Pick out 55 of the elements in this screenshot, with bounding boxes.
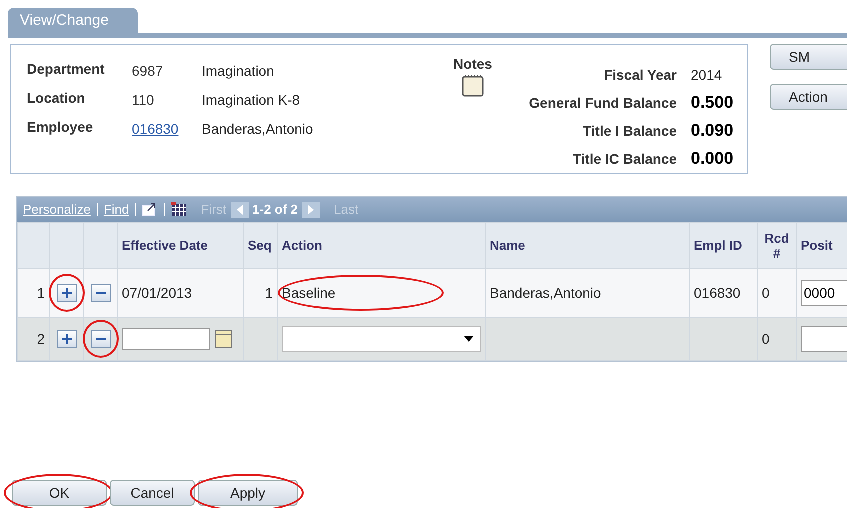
side-button[interactable]: SM <box>770 44 847 70</box>
form-button[interactable]: Apply <box>198 480 298 506</box>
balance-value: 0.090 <box>690 121 735 141</box>
balance-label: Title IC Balance <box>572 151 677 167</box>
field-code: 110 <box>132 91 156 108</box>
column-header: Action <box>278 222 486 268</box>
delete-row-button[interactable] <box>90 284 110 302</box>
calendar-icon[interactable] <box>214 329 234 349</box>
field-value: Banderas,Antonio <box>202 120 314 137</box>
rcd-cell: 0 <box>758 268 796 318</box>
form-button[interactable]: OK <box>12 480 107 506</box>
empl-id-cell: 016830 <box>690 268 758 318</box>
first-label: First <box>201 202 227 217</box>
side-button[interactable]: Action <box>770 84 847 110</box>
balance-label: Title I Balance <box>583 123 677 139</box>
position-input[interactable]: 0000 <box>801 280 847 306</box>
delete-row-button[interactable] <box>90 330 110 348</box>
add-row-button[interactable] <box>56 330 76 348</box>
column-header: Rcd # <box>758 222 796 268</box>
seq-cell: 1 <box>244 268 278 318</box>
field-value: Imagination K-8 <box>202 91 300 108</box>
field-label: Department <box>27 61 106 77</box>
column-header: Posit <box>796 222 847 268</box>
grid-download-icon[interactable] <box>171 202 188 217</box>
form-button[interactable]: Cancel <box>110 480 195 506</box>
column-header: Empl ID <box>690 222 758 268</box>
add-row-button[interactable] <box>56 284 76 302</box>
row-number: 1 <box>18 268 50 318</box>
notes-label: Notes <box>454 56 492 72</box>
field-value: Imagination <box>202 62 274 79</box>
column-header: Name <box>486 222 690 268</box>
balance-label: General Fund Balance <box>529 95 677 111</box>
balance-value: 2014 <box>690 67 724 83</box>
last-label: Last <box>334 202 359 217</box>
action-cell: Baseline <box>282 285 336 301</box>
name-cell: Banderas,Antonio <box>486 268 690 318</box>
row-range: 1-2 of 2 <box>252 202 298 217</box>
field-label: Employee <box>27 119 94 135</box>
row-number: 2 <box>18 318 50 360</box>
rcd-cell: 0 <box>758 318 796 360</box>
dropdown-arrow-icon <box>464 336 474 342</box>
employee-link[interactable]: 016830 <box>132 119 202 137</box>
date-cell: 07/01/2013 <box>118 268 244 318</box>
balance-label: Fiscal Year <box>604 67 677 83</box>
column-header: Effective Date <box>118 222 244 268</box>
column-header: Seq <box>244 222 278 268</box>
balance-value: 0.000 <box>690 149 735 169</box>
field-code: 6987 <box>132 62 164 79</box>
field-label: Location <box>27 90 86 106</box>
plus-icon <box>62 334 72 344</box>
new-window-icon[interactable] <box>142 202 158 216</box>
plus-icon <box>62 288 72 298</box>
balance-value: 0.500 <box>690 93 735 113</box>
date-input[interactable] <box>122 328 210 350</box>
notepad-icon[interactable] <box>461 74 485 98</box>
